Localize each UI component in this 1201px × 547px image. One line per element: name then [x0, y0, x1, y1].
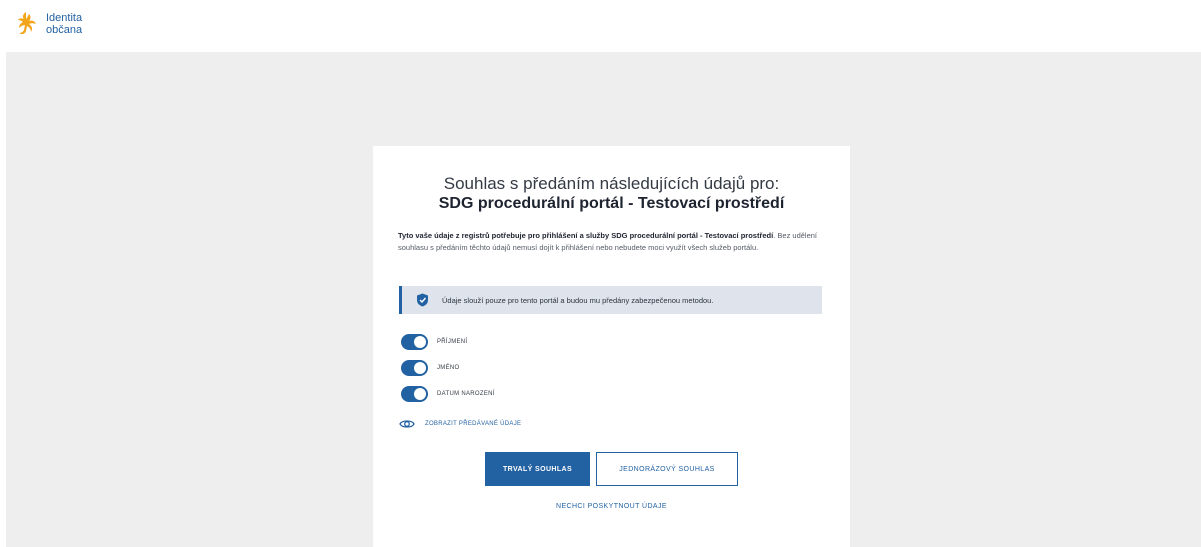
one-time-consent-button[interactable]: JEDNORÁZOVÝ SOUHLAS [596, 452, 738, 486]
consent-heading: Souhlas s předáním následujících údajů p… [443, 174, 780, 193]
portal-name: SDG procedurální portál - Testovací pros… [438, 195, 785, 212]
consent-description-bold: Tyto vaše údaje z registrů potřebuje pro… [398, 231, 774, 240]
info-banner: Údaje slouží pouze pro tento portál a bu… [399, 286, 822, 314]
toggle-knob [414, 362, 426, 374]
consent-description: Tyto vaše údaje z registrů potřebuje pro… [398, 230, 828, 254]
toggle-row-birthdate: DATUM NAROZENÍ [401, 386, 495, 402]
decline-link[interactable]: NECHCI POSKYTNOUT ÚDAJE [373, 503, 850, 510]
top-header: Identita občana [0, 0, 1201, 52]
brand-logo[interactable]: Identita občana [14, 10, 82, 38]
show-data-link[interactable]: ZOBRAZIT PŘEDÁVANÉ ÚDAJE [399, 418, 521, 430]
identita-obcana-logo-icon [18, 12, 36, 35]
consent-card: Souhlas s předáním následujících údajů p… [373, 146, 850, 547]
birthdate-toggle[interactable] [401, 386, 428, 402]
toggle-row-firstname: JMÉNO [401, 360, 460, 376]
brand-line-2: občana [46, 24, 83, 36]
firstname-toggle[interactable] [401, 360, 428, 376]
toggle-knob [414, 388, 426, 400]
toggle-knob [414, 336, 426, 348]
shield-check-icon [417, 293, 428, 307]
surname-toggle[interactable] [401, 334, 428, 350]
surname-label: PŘÍJMENÍ [437, 339, 468, 345]
firstname-label: JMÉNO [437, 365, 460, 371]
birthdate-label: DATUM NAROZENÍ [437, 391, 495, 397]
brand-name: Identita občana [46, 12, 82, 36]
brand-line-1: Identita [46, 12, 83, 24]
eye-icon [399, 420, 415, 428]
toggle-row-surname: PŘÍJMENÍ [401, 334, 467, 350]
info-banner-text: Údaje slouží pouze pro tento portál a bu… [442, 295, 714, 305]
show-data-label: ZOBRAZIT PŘEDÁVANÉ ÚDAJE [425, 421, 522, 427]
permanent-consent-button[interactable]: TRVALÝ SOUHLAS [485, 452, 590, 486]
